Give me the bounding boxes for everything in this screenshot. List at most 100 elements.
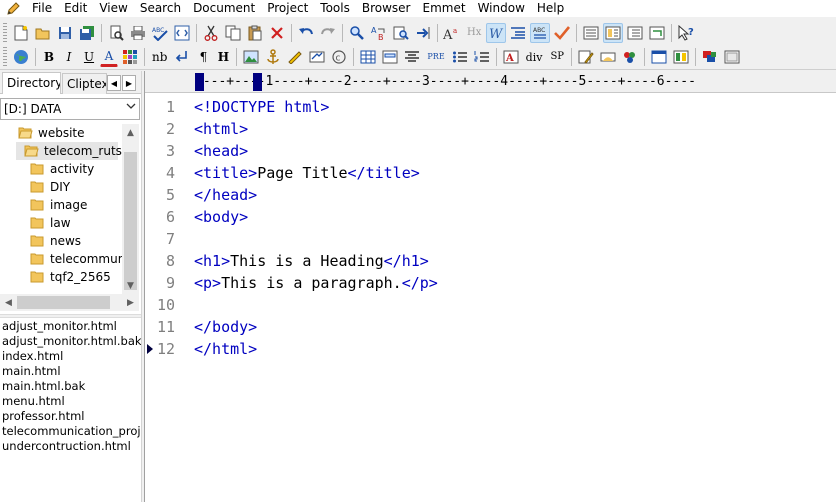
hx-button[interactable]: Hx [464, 23, 484, 43]
code-line[interactable]: 11 </body> [145, 316, 836, 338]
menu-project[interactable]: Project [261, 0, 314, 17]
image-icon[interactable] [241, 47, 261, 67]
code-line[interactable]: 5 </head> [145, 184, 836, 206]
tree-folder-item[interactable]: activity [0, 160, 122, 178]
tree-folder-item[interactable]: image [0, 196, 122, 214]
split-view-icon[interactable] [671, 47, 691, 67]
document-panel-icon[interactable] [603, 22, 624, 43]
pane-splitter[interactable] [0, 314, 141, 318]
scrollbar-thumb[interactable] [124, 152, 137, 290]
code-line[interactable]: 8 <h1>This is a Heading</h1> [145, 250, 836, 272]
code-line[interactable]: 9 <p>This is a paragraph.</p> [145, 272, 836, 294]
word-wrap-icon[interactable]: W [486, 22, 507, 43]
scroll-left-icon[interactable]: ◀ [0, 294, 17, 311]
tab-cliptext[interactable]: Cliptex [62, 73, 107, 94]
editor-area[interactable]: ----+----1----+----2----+----3----+----4… [145, 71, 836, 502]
globe-icon[interactable] [11, 47, 31, 67]
file-list-item[interactable]: index.html [2, 349, 63, 364]
paste-icon[interactable] [245, 23, 265, 43]
bullet-list-icon[interactable] [450, 47, 470, 67]
tab-directory[interactable]: Directory [2, 72, 61, 94]
menu-browser[interactable]: Browser [356, 0, 417, 17]
tree-folder-item[interactable]: website [0, 124, 122, 142]
tree-folder-item[interactable]: tqf2_2565 [0, 268, 122, 286]
goto-line-icon[interactable] [413, 23, 433, 43]
pre-button[interactable]: PRE [424, 47, 447, 67]
file-list-item[interactable]: undercontruction.html [2, 439, 131, 454]
file-list-item[interactable]: menu.html [2, 394, 65, 409]
menu-file[interactable]: File [26, 0, 58, 17]
nbsp-button[interactable]: nb [149, 47, 170, 67]
center-align-icon[interactable] [402, 47, 422, 67]
replace-icon[interactable]: AB [369, 23, 389, 43]
find-icon[interactable] [347, 23, 367, 43]
menu-view[interactable]: View [93, 0, 133, 17]
bold-button[interactable]: B [40, 47, 58, 67]
copy-icon[interactable] [223, 23, 243, 43]
menu-window[interactable]: Window [472, 0, 531, 17]
file-list-item[interactable]: main.html.bak [2, 379, 85, 394]
indent-guide-icon[interactable] [508, 23, 528, 43]
drive-select[interactable]: [D:] DATA [0, 98, 140, 120]
font-size-icon[interactable]: Aa [442, 23, 462, 43]
code-line[interactable]: 6 <body> [145, 206, 836, 228]
scrollbar-thumb[interactable] [17, 296, 110, 309]
file-list-item[interactable]: professor.html [2, 409, 84, 424]
tree-folder-item[interactable]: news [0, 232, 122, 250]
code-line[interactable]: 2 <html> [145, 118, 836, 140]
code-text-area[interactable]: 1 <!DOCTYPE html> 2 <html> 3 <head> 4 <title>Pa… [145, 94, 836, 502]
edit-style-icon[interactable] [576, 47, 596, 67]
delete-icon[interactable] [267, 23, 287, 43]
ruler-left-margin-marker[interactable] [195, 73, 204, 91]
comment-icon[interactable] [285, 47, 305, 67]
menu-search[interactable]: Search [134, 0, 187, 17]
browser-preview-icon[interactable] [649, 47, 669, 67]
toolbar-grip[interactable] [3, 47, 7, 67]
hyperlink-icon[interactable] [307, 47, 327, 67]
pencil-icon[interactable] [0, 0, 26, 17]
table-icon[interactable] [358, 47, 378, 67]
underline-button[interactable]: U [80, 47, 98, 67]
tree-folder-item[interactable]: law [0, 214, 122, 232]
menu-emmet[interactable]: Emmet [417, 0, 472, 17]
new-file-icon[interactable] [11, 23, 31, 43]
print-icon[interactable] [128, 23, 148, 43]
tab-scroll-right-icon[interactable]: ▶ [122, 75, 136, 91]
numbered-list-icon[interactable] [472, 47, 492, 67]
clip-panel-icon[interactable] [625, 23, 645, 43]
code-line[interactable]: 7 [145, 228, 836, 250]
folder-tree-horizontal-scrollbar[interactable]: ◀ ▶ [0, 294, 139, 311]
copyright-icon[interactable]: c [329, 47, 349, 67]
color-palette-icon[interactable] [620, 47, 640, 67]
menu-document[interactable]: Document [187, 0, 261, 17]
spell-toggle-icon[interactable]: ABC [530, 22, 551, 43]
find-in-files-icon[interactable] [391, 23, 411, 43]
file-list-item[interactable]: adjust_monitor.html.bak [2, 334, 141, 349]
div-button[interactable]: div [523, 47, 546, 67]
form-icon[interactable] [380, 47, 400, 67]
print-preview-icon[interactable] [106, 23, 126, 43]
code-line[interactable]: 10 [145, 294, 836, 316]
anchor-icon[interactable] [263, 47, 283, 67]
tree-folder-item[interactable]: telecom_ruts [16, 142, 122, 160]
tree-folder-item[interactable]: telecommuni [0, 250, 129, 268]
cut-icon[interactable] [201, 23, 221, 43]
heading-button[interactable]: H [214, 47, 232, 67]
file-list-item[interactable]: main.html [2, 364, 61, 379]
window-tile-icon[interactable] [722, 47, 742, 67]
scroll-down-icon[interactable]: ▼ [122, 277, 139, 294]
open-file-icon[interactable] [33, 23, 53, 43]
toolbar-grip[interactable] [3, 22, 7, 43]
window-cascade-icon[interactable] [700, 47, 720, 67]
code-line[interactable]: 3 <head> [145, 140, 836, 162]
folder-tree-vertical-scrollbar[interactable]: ▲ ▼ [122, 124, 139, 294]
context-help-icon[interactable]: ? [676, 23, 696, 43]
ruler-cursor-marker[interactable] [253, 73, 262, 91]
file-list-item[interactable]: adjust_monitor.html [2, 319, 117, 334]
tab-scroll-left-icon[interactable]: ◀ [107, 75, 121, 91]
font-color-button[interactable]: A [100, 47, 118, 67]
output-panel-icon[interactable] [647, 23, 667, 43]
scroll-right-icon[interactable]: ▶ [122, 294, 139, 311]
paragraph-button[interactable]: ¶ [194, 47, 212, 67]
css-icon[interactable] [598, 47, 618, 67]
